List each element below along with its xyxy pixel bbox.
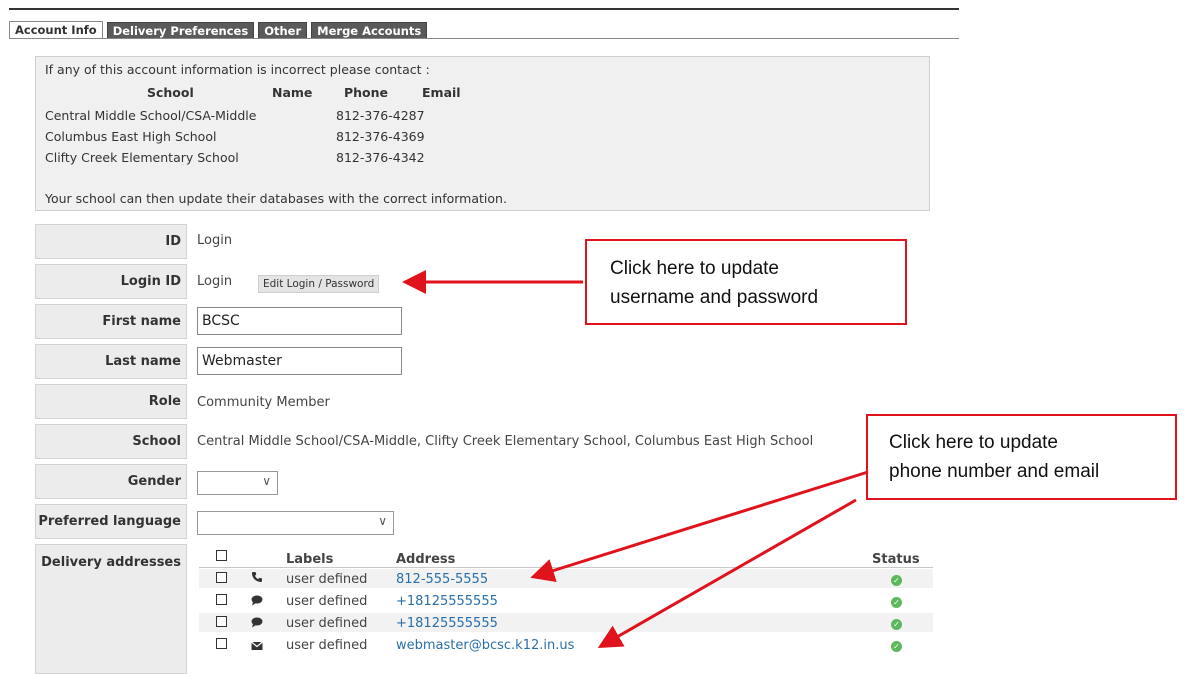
annotation-arrows <box>402 270 869 648</box>
arrow-to-email <box>597 498 857 648</box>
arrow-to-phone <box>530 470 869 583</box>
